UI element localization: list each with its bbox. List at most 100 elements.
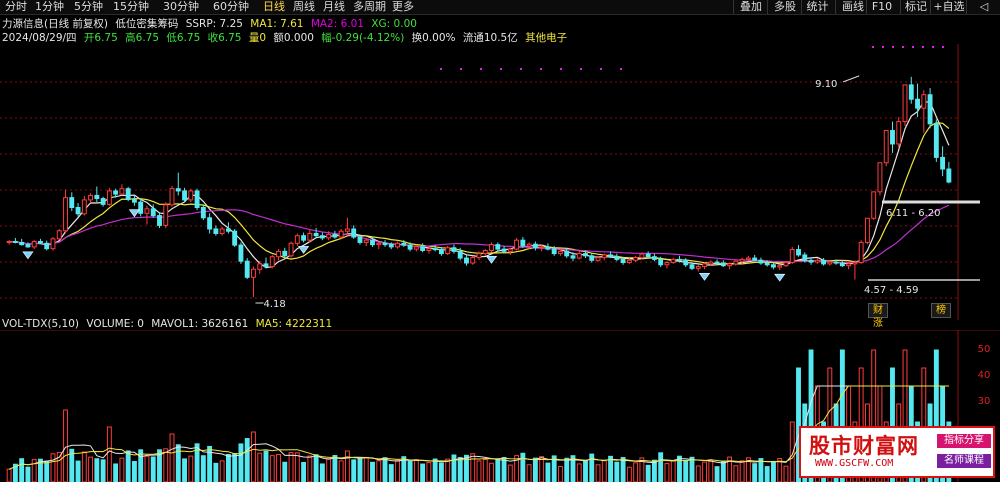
candle-97[interactable]	[614, 253, 620, 262]
candle-111[interactable]	[702, 262, 707, 270]
period-tab-6[interactable]: 日线	[260, 0, 288, 14]
diamond-marker-5[interactable]	[774, 273, 786, 282]
candle-150[interactable]	[946, 161, 952, 184]
candle-7[interactable]	[50, 237, 56, 251]
candle-52[interactable]	[332, 230, 338, 239]
candle-115[interactable]	[727, 262, 733, 270]
candle-77[interactable]	[489, 242, 494, 253]
toolbar-button-7[interactable]: +自选	[930, 0, 967, 14]
candle-29[interactable]	[188, 188, 194, 203]
candle-73[interactable]	[464, 254, 469, 266]
candle-16[interactable]	[106, 187, 112, 206]
signal-badge-2[interactable]: 榜	[931, 303, 951, 318]
candle-6[interactable]	[44, 240, 50, 251]
candle-128[interactable]	[808, 257, 814, 265]
candle-80[interactable]	[507, 247, 513, 255]
candle-81[interactable]	[514, 237, 520, 251]
candle-13[interactable]	[88, 193, 94, 204]
candle-31[interactable]	[200, 204, 206, 221]
candle-49[interactable]	[313, 228, 319, 238]
candle-44[interactable]	[282, 247, 288, 259]
candle-53[interactable]	[338, 228, 344, 239]
period-tab-4[interactable]: 30分钟	[160, 0, 202, 14]
candle-40[interactable]	[257, 261, 263, 274]
candle-8[interactable]	[56, 228, 62, 241]
candle-140[interactable]	[883, 130, 889, 167]
candle-38[interactable]	[244, 258, 250, 280]
candle-114[interactable]	[720, 260, 726, 268]
candle-41[interactable]	[263, 257, 269, 269]
candle-55[interactable]	[351, 225, 357, 239]
candle-32[interactable]	[207, 213, 213, 234]
candle-36[interactable]	[232, 228, 238, 247]
period-tab-10[interactable]: 更多	[389, 0, 417, 14]
candle-14[interactable]	[94, 186, 100, 203]
candle-5[interactable]	[38, 238, 43, 245]
toolbar-button-2[interactable]: 多股	[767, 0, 802, 14]
candle-135[interactable]	[852, 260, 858, 280]
candle-148[interactable]	[933, 119, 939, 162]
candle-2[interactable]	[19, 238, 25, 246]
candle-30[interactable]	[194, 188, 200, 211]
candle-60[interactable]	[382, 240, 388, 247]
candle-120[interactable]	[758, 257, 764, 265]
candle-18[interactable]	[119, 184, 125, 196]
period-tab-8[interactable]: 月线	[320, 0, 348, 14]
candle-82[interactable]	[520, 237, 526, 248]
candle-139[interactable]	[877, 162, 883, 196]
candle-105[interactable]	[664, 261, 670, 269]
candle-74[interactable]	[470, 255, 476, 265]
candle-95[interactable]	[601, 253, 607, 261]
candle-100[interactable]	[633, 255, 639, 263]
candle-71[interactable]	[451, 244, 457, 254]
period-tab-5[interactable]: 60分钟	[210, 0, 252, 14]
candle-149[interactable]	[940, 146, 946, 177]
candle-144[interactable]	[908, 76, 914, 104]
candle-116[interactable]	[733, 260, 739, 266]
diamond-marker-4[interactable]	[698, 272, 711, 281]
candle-93[interactable]	[589, 253, 595, 263]
candle-33[interactable]	[213, 225, 219, 236]
candle-22[interactable]	[144, 205, 150, 225]
candle-50[interactable]	[319, 232, 325, 241]
candle-25[interactable]	[163, 202, 169, 229]
candle-20[interactable]	[131, 195, 137, 206]
candle-1[interactable]	[12, 237, 18, 244]
candle-4[interactable]	[31, 240, 37, 250]
candle-76[interactable]	[482, 249, 488, 256]
candle-125[interactable]	[789, 246, 795, 264]
candle-143[interactable]	[902, 84, 908, 127]
candle-102[interactable]	[645, 251, 651, 259]
candle-106[interactable]	[670, 257, 676, 264]
vol-indicator-name[interactable]: VOL-TDX(5,10)	[2, 318, 79, 330]
toolbar-button-4[interactable]: 画线	[835, 0, 870, 14]
period-tab-3[interactable]: 15分钟	[110, 0, 152, 14]
candle-15[interactable]	[100, 196, 106, 207]
period-tab-9[interactable]: 多周期	[350, 0, 389, 14]
candle-70[interactable]	[445, 245, 451, 255]
indicator-name[interactable]: 低位密集筹码	[115, 16, 178, 31]
candle-9[interactable]	[63, 189, 68, 234]
candle-37[interactable]	[238, 242, 244, 264]
toolbar-button-3[interactable]: 统计	[801, 0, 833, 14]
candlestick-chart[interactable]: 9.10 4.18 6.11 - 6.20 4.57 - 4.59	[0, 44, 1000, 320]
toolbar-button-5[interactable]: F10	[866, 0, 897, 14]
diamond-marker-0[interactable]	[22, 251, 34, 260]
candle-137[interactable]	[864, 217, 870, 245]
candle-11[interactable]	[75, 203, 81, 217]
candle-35[interactable]	[225, 222, 231, 234]
toolbar-button-6[interactable]: 标记	[900, 0, 931, 14]
candle-91[interactable]	[576, 251, 582, 260]
candle-47[interactable]	[301, 232, 307, 243]
candle-141[interactable]	[890, 121, 895, 153]
candle-84[interactable]	[532, 241, 538, 251]
candle-129[interactable]	[814, 258, 820, 264]
diamond-marker-2[interactable]	[298, 246, 310, 254]
toolbar-button-1[interactable]: 叠加	[733, 0, 768, 14]
candle-43[interactable]	[276, 249, 281, 261]
stock-title[interactable]: 力源信息(日线 前复权)	[2, 16, 108, 31]
period-tab-7[interactable]: 周线	[290, 0, 318, 14]
candle-12[interactable]	[81, 195, 87, 216]
candle-24[interactable]	[157, 211, 162, 229]
candle-39[interactable]	[251, 266, 256, 297]
